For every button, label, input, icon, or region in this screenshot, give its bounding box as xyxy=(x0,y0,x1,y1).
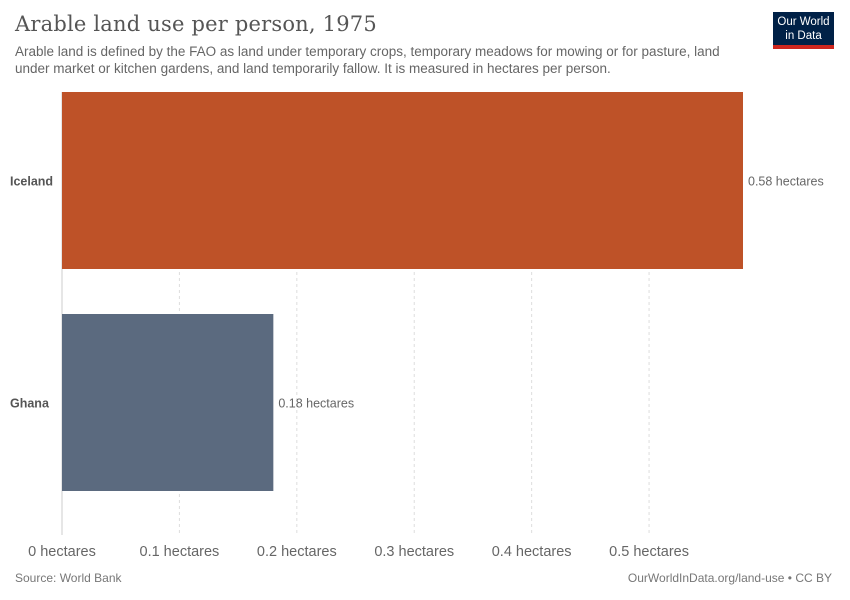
x-tick-label: 0.4 hectares xyxy=(492,544,572,560)
category-label: Iceland xyxy=(10,175,53,189)
x-tick-label: 0 hectares xyxy=(28,544,96,560)
x-tick-label: 0.2 hectares xyxy=(257,544,337,560)
x-tick-label: 0.1 hectares xyxy=(140,544,220,560)
bar-ghana xyxy=(62,314,274,491)
bar-iceland xyxy=(62,92,743,269)
value-label: 0.18 hectares xyxy=(278,397,354,411)
category-label: Ghana xyxy=(10,397,50,411)
source-note: Source: World Bank xyxy=(15,571,122,585)
bar-chart: 0 hectares 0.1 hectares 0.2 hectares 0.3 he… xyxy=(10,92,824,560)
x-tick-label: 0.3 hectares xyxy=(374,544,454,560)
license-link[interactable]: OurWorldInData.org/land-use • CC BY xyxy=(628,571,832,585)
value-label: 0.58 hectares xyxy=(748,175,824,189)
x-tick-label: 0.5 hectares xyxy=(609,544,689,560)
